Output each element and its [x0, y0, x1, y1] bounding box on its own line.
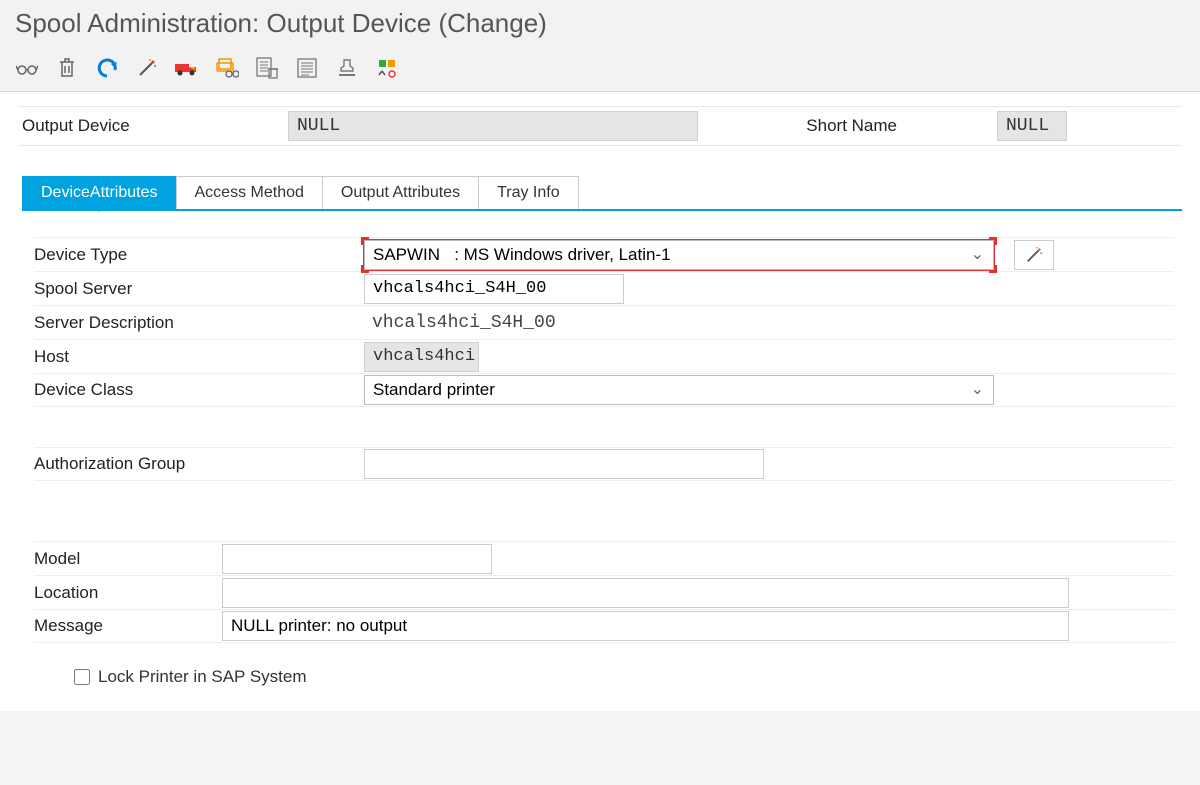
symbol-icon[interactable]: [374, 55, 400, 81]
device-class-value[interactable]: [364, 375, 994, 405]
list-trash-icon[interactable]: [254, 55, 280, 81]
location-field[interactable]: [222, 578, 1069, 608]
message-field[interactable]: [222, 611, 1069, 641]
report-icon[interactable]: [294, 55, 320, 81]
tab-access-method[interactable]: Access Method: [176, 176, 323, 209]
device-class-label: Device Class: [34, 377, 364, 403]
auth-group-field[interactable]: [364, 449, 764, 479]
wand-icon[interactable]: [134, 55, 160, 81]
spool-server-label: Spool Server: [34, 276, 364, 302]
page-header: Spool Administration: Output Device (Cha…: [0, 0, 1200, 49]
device-type-label: Device Type: [34, 242, 364, 268]
content-area: Output Device NULL Short Name NULL Devic…: [0, 92, 1200, 711]
host-label: Host: [34, 344, 364, 370]
short-name-label: Short Name: [806, 116, 897, 136]
device-type-dropdown[interactable]: [364, 240, 994, 270]
tab-tray-info[interactable]: Tray Info: [478, 176, 579, 209]
toolbar: [0, 49, 1200, 92]
message-label: Message: [34, 613, 222, 639]
tab-device-attributes[interactable]: DeviceAttributes: [22, 176, 177, 209]
host-field: vhcals4hci: [364, 342, 479, 372]
truck-icon[interactable]: [174, 55, 200, 81]
auth-group-label: Authorization Group: [34, 451, 364, 477]
glasses-icon[interactable]: [14, 55, 40, 81]
short-name-field[interactable]: NULL: [997, 111, 1067, 141]
device-attributes-pane: Device Type Spool Server Server Descript…: [18, 211, 1182, 697]
model-label: Model: [34, 546, 222, 572]
trash-icon[interactable]: [54, 55, 80, 81]
model-field[interactable]: [222, 544, 492, 574]
device-class-dropdown[interactable]: [364, 375, 994, 405]
printer-glasses-icon[interactable]: [214, 55, 240, 81]
output-device-field[interactable]: NULL: [288, 111, 698, 141]
output-device-label: Output Device: [18, 116, 288, 136]
stamp-icon[interactable]: [334, 55, 360, 81]
lock-printer-label: Lock Printer in SAP System: [98, 667, 307, 687]
location-label: Location: [34, 580, 222, 606]
server-desc-value: vhcals4hci_S4H_00: [364, 310, 564, 336]
page-title: Spool Administration: Output Device (Cha…: [15, 8, 1185, 39]
server-desc-label: Server Description: [34, 310, 364, 336]
spool-server-field[interactable]: [364, 274, 624, 304]
undo-icon[interactable]: [94, 55, 120, 81]
device-type-value[interactable]: [364, 240, 994, 270]
device-type-wand-button[interactable]: [1014, 240, 1054, 270]
header-fields-row: Output Device NULL Short Name NULL: [18, 106, 1182, 146]
lock-printer-checkbox[interactable]: [74, 669, 90, 685]
tab-strip: DeviceAttributes Access Method Output At…: [22, 176, 1182, 211]
lock-printer-row: Lock Printer in SAP System: [34, 643, 1174, 687]
tab-output-attributes[interactable]: Output Attributes: [322, 176, 479, 209]
